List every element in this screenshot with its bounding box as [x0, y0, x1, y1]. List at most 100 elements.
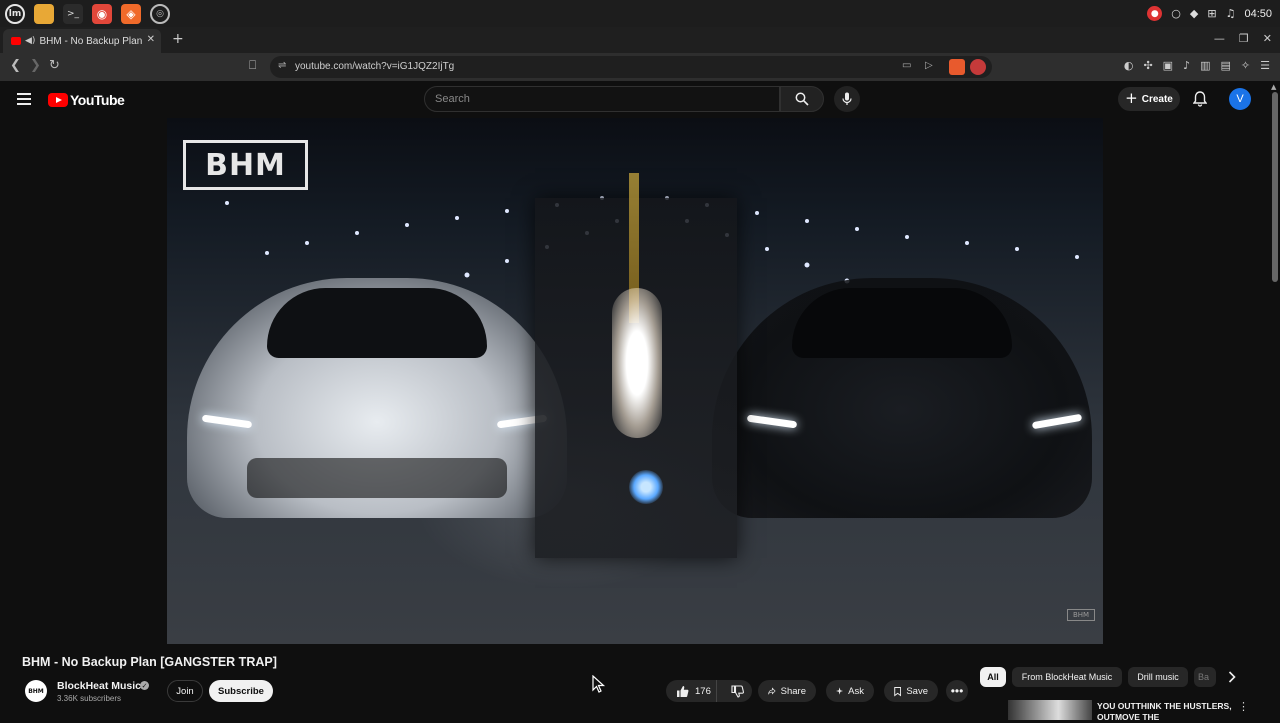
browser-toolbar: ❮ ❯ ↻ ⎕ ⇌ youtube.com/watch?v=iG1JQZ2IjT…	[0, 53, 1280, 81]
bookmark-icon[interactable]: ⎕	[249, 58, 256, 73]
tab-title: BHM - No Backup Plan [GA	[39, 35, 143, 47]
maximize-icon[interactable]: ❐	[1239, 32, 1249, 45]
thumbs-down-icon	[731, 684, 744, 698]
channel-watermark[interactable]: BHM	[1067, 609, 1095, 621]
share-label: Share	[780, 685, 806, 697]
more-horizontal-icon: •••	[950, 684, 964, 698]
mint-menu-icon[interactable]: lm	[5, 3, 25, 24]
youtube-play-icon	[48, 93, 68, 107]
shield-tray-icon[interactable]: ◆	[1190, 7, 1198, 20]
chip-partial[interactable]: Ba	[1194, 667, 1216, 687]
microphone-icon	[842, 92, 852, 105]
plus-icon: +	[1125, 89, 1138, 107]
ask-button[interactable]: Ask	[826, 680, 874, 702]
search-button[interactable]	[780, 86, 824, 112]
leo-icon[interactable]: ✧	[1241, 59, 1250, 72]
chip-all[interactable]: All	[980, 667, 1006, 687]
create-button[interactable]: + Create	[1118, 87, 1180, 111]
address-bar[interactable]: ⇌ youtube.com/watch?v=iG1JQZ2IjTg ▭ ▷	[270, 56, 992, 78]
youtube-header: YouTube + Create V	[0, 81, 1280, 118]
new-tab-icon[interactable]: +	[172, 31, 184, 47]
record-indicator-icon[interactable]: ●	[1147, 6, 1163, 21]
save-button[interactable]: Save	[884, 680, 938, 702]
blue-light-graphic	[629, 470, 663, 504]
files-icon[interactable]	[34, 3, 54, 24]
close-window-icon[interactable]: ✕	[1263, 32, 1272, 45]
forward-icon[interactable]: ❯	[30, 58, 41, 73]
extension-b-icon[interactable]: ▣	[1163, 59, 1173, 72]
network-icon[interactable]: ⊞	[1207, 7, 1216, 20]
bookmark-save-icon	[894, 686, 902, 696]
save-label: Save	[906, 685, 928, 697]
chevron-right-icon	[1228, 671, 1236, 683]
like-dislike-group: 176	[666, 680, 752, 702]
back-icon[interactable]: ❮	[10, 58, 21, 73]
browser-tab-active[interactable]: ◀) BHM - No Backup Plan [GA ✕	[3, 29, 161, 53]
chips-next-button[interactable]	[1222, 667, 1242, 687]
browser-tabbar: ◀) BHM - No Backup Plan [GA ✕ + — ❐ ✕	[0, 27, 1280, 53]
window-controls: — ❐ ✕	[1214, 32, 1272, 45]
media-icon[interactable]: ♪	[1183, 59, 1190, 72]
notifications-bell-icon[interactable]	[1193, 91, 1207, 107]
recommendation-menu-icon[interactable]: ⋮	[1238, 700, 1249, 713]
share-button[interactable]: Share	[758, 680, 816, 702]
search-box[interactable]	[424, 86, 780, 112]
reload-icon[interactable]: ↻	[49, 58, 60, 73]
close-tab-icon[interactable]: ✕	[147, 34, 155, 45]
clock[interactable]: 04:50	[1244, 8, 1272, 20]
youtube-wordmark: YouTube	[70, 92, 125, 108]
recommendation-thumbnail[interactable]	[1008, 700, 1092, 720]
sidebar-icon[interactable]: ▥	[1200, 59, 1210, 72]
like-button[interactable]: 176	[666, 680, 718, 702]
subscribe-button[interactable]: Subscribe	[209, 680, 273, 702]
chrome-icon[interactable]: ◎	[150, 3, 170, 24]
voice-search-button[interactable]	[834, 86, 860, 112]
more-actions-button[interactable]: •••	[946, 680, 968, 702]
site-info-icon[interactable]: ⇌	[278, 60, 286, 71]
minimize-icon[interactable]: —	[1214, 32, 1225, 45]
create-label: Create	[1141, 93, 1173, 105]
scrollbar-thumb[interactable]	[1272, 92, 1278, 282]
cast-icon[interactable]: ▭	[902, 60, 911, 71]
dislike-button[interactable]	[722, 684, 752, 698]
chip-from-channel[interactable]: From BlockHeat Music	[1012, 667, 1122, 687]
guide-menu-icon[interactable]	[17, 93, 31, 105]
bhm-overlay-logo: BHM	[183, 140, 308, 190]
terminal-icon[interactable]: >_	[63, 3, 83, 24]
ask-label: Ask	[848, 685, 864, 697]
verified-check-icon: ✓	[140, 681, 149, 690]
firefox-icon[interactable]: ◉	[92, 3, 112, 24]
youtube-logo[interactable]: YouTube	[48, 92, 125, 108]
search-input[interactable]	[425, 87, 779, 111]
channel-avatar[interactable]: BHM	[25, 680, 47, 702]
channel-name[interactable]: BlockHeat Music	[57, 680, 141, 692]
extensions-icon[interactable]: ✣	[1143, 59, 1152, 72]
system-tray: ● ○ ◆ ⊞ ♫ 04:50	[1147, 0, 1272, 27]
account-avatar[interactable]: V	[1229, 88, 1251, 110]
light-flare-graphic	[612, 288, 662, 438]
sparkle-icon	[836, 687, 844, 695]
share-icon	[768, 687, 776, 695]
send-icon[interactable]: ▷	[925, 60, 933, 71]
url-text[interactable]: youtube.com/watch?v=iG1JQZ2IjTg	[295, 61, 454, 72]
like-count: 176	[695, 685, 711, 697]
search-icon	[795, 92, 809, 106]
chip-drill-music[interactable]: Drill music	[1128, 667, 1188, 687]
thumbs-up-icon	[677, 685, 689, 697]
subscriber-count: 3.36K subscribers	[57, 694, 122, 703]
brave-shields-icon[interactable]	[949, 59, 965, 75]
brave-icon[interactable]: ◈	[121, 3, 141, 24]
youtube-favicon-icon	[11, 37, 21, 45]
audio-icon[interactable]: ♫	[1226, 7, 1236, 20]
video-player[interactable]: BHM	[167, 118, 1103, 644]
wallet-icon[interactable]: ▤	[1221, 59, 1231, 72]
join-button[interactable]: Join	[167, 680, 203, 702]
menu-icon[interactable]: ☰	[1260, 59, 1270, 72]
speaker-icon[interactable]: ◀)	[25, 36, 35, 46]
scroll-up-icon[interactable]: ▲	[1271, 83, 1276, 91]
status-dot-icon: ○	[1171, 7, 1181, 20]
extension-a-icon[interactable]: ◐	[1124, 59, 1134, 72]
video-title: BHM - No Backup Plan [GANGSTER TRAP]	[22, 655, 277, 669]
brave-rewards-icon[interactable]	[970, 59, 986, 75]
os-taskbar: lm >_ ◉ ◈ ◎ ● ○ ◆ ⊞ ♫ 04:50	[0, 0, 1280, 27]
